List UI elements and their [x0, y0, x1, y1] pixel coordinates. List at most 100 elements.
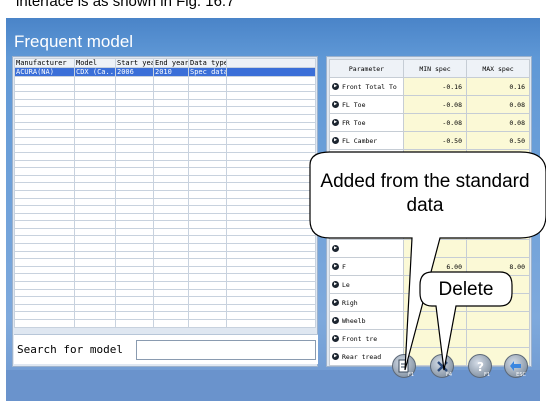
- spec-row[interactable]: ▶ Front tre: [329, 329, 530, 348]
- spec-row[interactable]: ▶ FL Toe -0.08 0.08: [329, 95, 530, 114]
- spec-param-label: Rear tread: [342, 352, 382, 361]
- table-cell: [115, 189, 154, 199]
- delete-button[interactable]: F4: [430, 354, 454, 378]
- table-cell: [115, 220, 154, 229]
- table-cell: [188, 76, 227, 85]
- spec-row[interactable]: ▶ Front Total To -0.16 0.16: [329, 77, 530, 96]
- table-cell: [115, 319, 154, 328]
- model-column-header[interactable]: Start year: [115, 58, 154, 68]
- table-cell: [14, 106, 75, 115]
- table-cell: [226, 144, 316, 153]
- table-cell: [153, 273, 189, 283]
- spec-param: ▶ FL Toe: [329, 95, 404, 114]
- table-cell: [115, 212, 154, 222]
- table-cell: [74, 311, 116, 320]
- table-cell: [153, 265, 189, 275]
- table-cell: [74, 220, 116, 229]
- table-row[interactable]: [14, 76, 316, 85]
- table-row[interactable]: [14, 205, 316, 214]
- table-cell: [14, 273, 75, 283]
- table-cell: [153, 121, 189, 131]
- spec-param-label: FL Camber: [342, 136, 378, 145]
- table-row[interactable]: [14, 243, 316, 252]
- table-row[interactable]: [14, 319, 316, 328]
- model-column-header[interactable]: Data type: [188, 58, 227, 68]
- table-cell: [74, 281, 116, 290]
- table-cell: [14, 189, 75, 199]
- table-cell: [153, 212, 189, 222]
- table-row[interactable]: [14, 106, 316, 115]
- spec-row[interactable]: ▶: [329, 221, 530, 240]
- table-row[interactable]: [14, 235, 316, 245]
- table-row[interactable]: [14, 167, 316, 176]
- table-cell: [14, 311, 75, 320]
- exit-button[interactable]: ESC: [504, 354, 528, 378]
- table-cell: [188, 205, 227, 214]
- model-table: ManufacturerModelStart yearEnd yearData …: [14, 58, 316, 328]
- spec-param-label: Le: [342, 280, 350, 289]
- table-cell: [74, 76, 116, 85]
- add-from-standard-button[interactable]: F1: [392, 354, 416, 378]
- model-column-header[interactable]: Model: [74, 58, 116, 68]
- search-label: Search for model: [17, 343, 123, 356]
- table-row[interactable]: [14, 174, 316, 184]
- table-row[interactable]: [14, 227, 316, 237]
- spec-param: ▶ Righ: [329, 293, 404, 312]
- help-button[interactable]: ? F1: [468, 354, 492, 378]
- table-row[interactable]: [14, 144, 316, 153]
- table-cell: [188, 91, 227, 100]
- spec-min-value: [403, 329, 467, 348]
- table-cell: [188, 121, 227, 131]
- table-cell: [74, 113, 116, 123]
- table-row[interactable]: [14, 91, 316, 100]
- spec-row[interactable]: ▶: [329, 239, 530, 258]
- info-icon: ▶: [332, 281, 339, 288]
- spec-row[interactable]: ▶ FL Camber -0.50 0.50: [329, 131, 530, 150]
- spec-row[interactable]: ▶ FR Camber -0.50 0.50: [329, 149, 530, 168]
- table-cell: 2010: [153, 67, 189, 77]
- table-row[interactable]: [14, 303, 316, 313]
- spec-param: ▶ FR Toe: [329, 113, 404, 132]
- table-row[interactable]: [14, 311, 316, 320]
- table-row[interactable]: [14, 182, 316, 191]
- model-column-header[interactable]: Manufacturer: [14, 58, 75, 68]
- spec-row[interactable]: ▶ FR Toe -0.08 0.08: [329, 113, 530, 132]
- table-row[interactable]: [14, 83, 316, 93]
- table-row[interactable]: [14, 288, 316, 298]
- table-cell: [74, 136, 116, 146]
- table-row[interactable]: [14, 197, 316, 207]
- table-row[interactable]: [14, 220, 316, 229]
- spec-param: ▶ Wheelb: [329, 311, 404, 330]
- table-cell: [115, 91, 154, 100]
- table-row[interactable]: [14, 121, 316, 131]
- table-row[interactable]: [14, 136, 316, 146]
- table-cell: [226, 303, 316, 313]
- spec-row[interactable]: ▶ Wheelb: [329, 311, 530, 330]
- spec-row[interactable]: ▶ F 6.00 8.00: [329, 257, 530, 276]
- search-input[interactable]: [136, 340, 316, 360]
- table-cell: [153, 113, 189, 123]
- table-row[interactable]: [14, 212, 316, 222]
- table-row[interactable]: [14, 151, 316, 161]
- model-column-header[interactable]: End year: [153, 58, 189, 68]
- table-cell: [188, 136, 227, 146]
- table-row[interactable]: ACURA(NA) CDX (Ca... 2006 2010 Spec data: [14, 67, 316, 77]
- table-row[interactable]: [14, 265, 316, 275]
- spec-max-value: 0.50: [466, 131, 530, 150]
- table-cell: [226, 67, 316, 77]
- table-row[interactable]: [14, 159, 316, 169]
- table-row[interactable]: [14, 98, 316, 108]
- info-icon: ▶: [332, 335, 339, 342]
- table-row[interactable]: [14, 113, 316, 123]
- table-row[interactable]: [14, 258, 316, 267]
- table-cell: [14, 205, 75, 214]
- table-row[interactable]: [14, 129, 316, 138]
- table-row[interactable]: [14, 273, 316, 283]
- table-row[interactable]: [14, 296, 316, 305]
- table-cell: [226, 227, 316, 237]
- table-row[interactable]: [14, 281, 316, 290]
- callout-delete-text: Delete: [438, 279, 494, 300]
- table-row[interactable]: [14, 250, 316, 260]
- spec-column-header: MAX spec: [466, 59, 530, 78]
- table-row[interactable]: [14, 189, 316, 199]
